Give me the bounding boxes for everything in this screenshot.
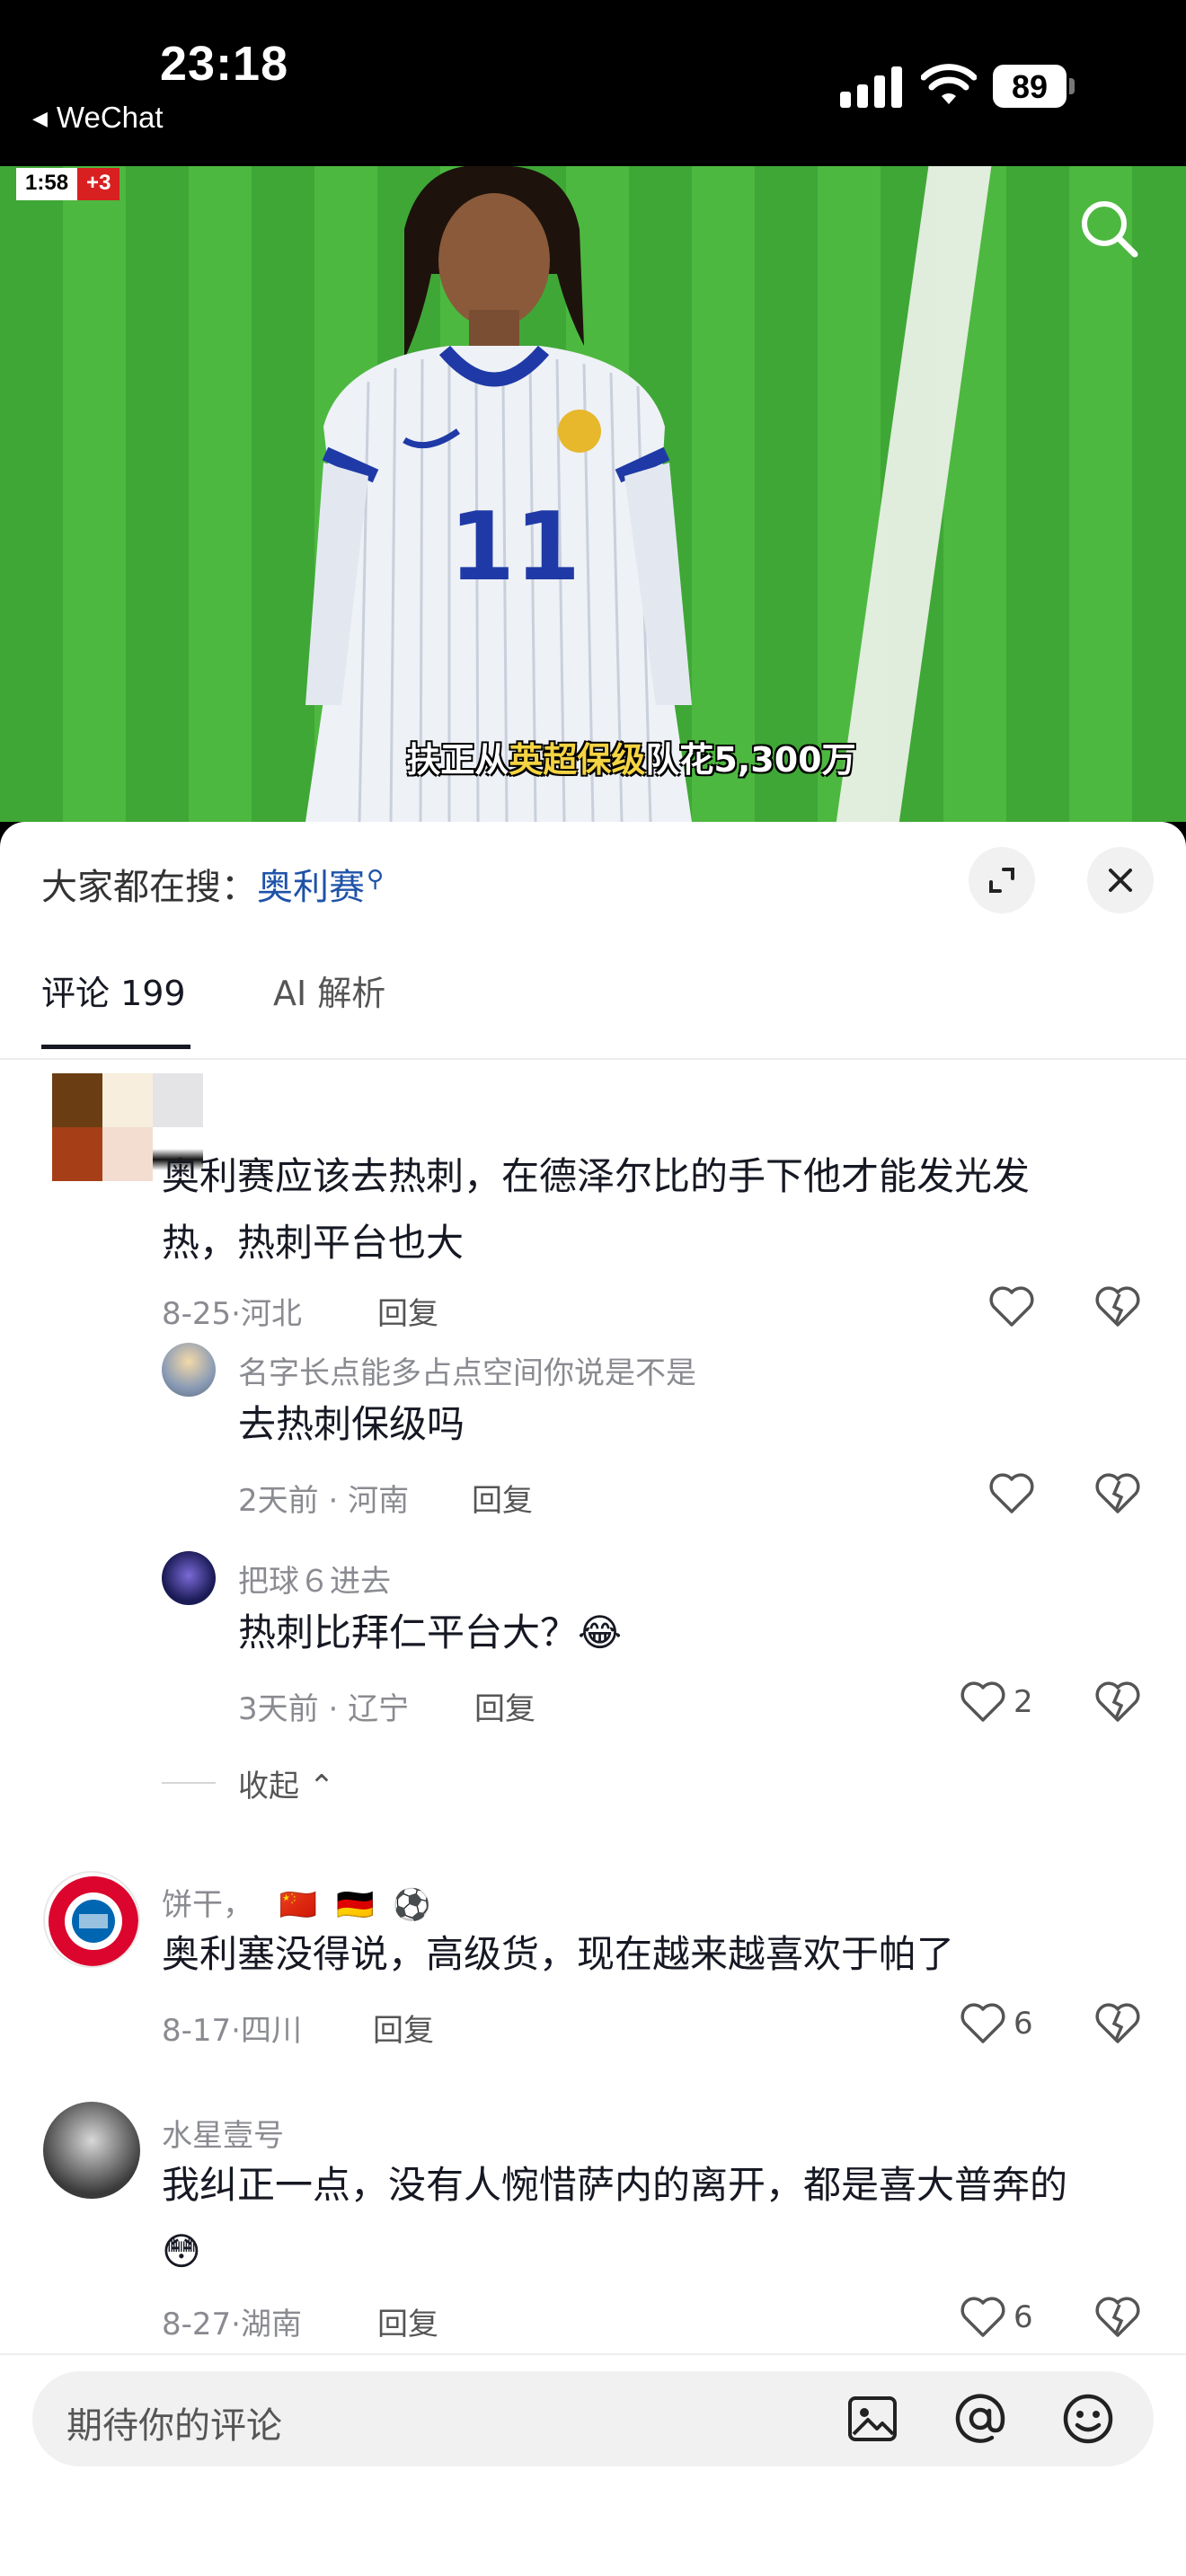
- reply-button[interactable]: 回复: [377, 2299, 438, 2343]
- collapse-replies-button[interactable]: 收起 ⌃: [238, 1761, 334, 1805]
- comment-username[interactable]: 水星壹号: [162, 2111, 284, 2155]
- video-subtitle: 扶正从英超保级队花5,300万: [0, 732, 1186, 781]
- comment-meta: 8-25·河北: [162, 1296, 302, 1332]
- reply-username[interactable]: 把球６进去: [238, 1557, 391, 1601]
- avatar[interactable]: [43, 2102, 140, 2199]
- status-time: 23:18: [160, 37, 289, 91]
- comment-username-row: 饼干， 🇨🇳 🇩🇪 ⚽: [162, 1880, 430, 1924]
- reply-text: 热刺比拜仁平台大？: [238, 1610, 579, 1654]
- tab-ai-analysis[interactable]: AI 解析: [273, 966, 385, 1015]
- hot-search-bar[interactable]: 大家都在搜：奥利赛⚲: [41, 858, 384, 910]
- comment-emoji: 😳: [162, 2229, 201, 2273]
- china-flag-icon: 🇨🇳: [279, 1887, 318, 1923]
- close-icon: [1109, 869, 1132, 892]
- player-figure: 11: [305, 166, 692, 822]
- subtitle-highlight: 英超保级: [509, 740, 646, 780]
- jersey-number: 11: [449, 492, 580, 602]
- chevron-up-icon: ⌃: [299, 1769, 335, 1804]
- pitch-line: [829, 166, 995, 822]
- match-clock-badge: 1:58 +3: [16, 168, 120, 200]
- dislike-icon[interactable]: [1094, 1285, 1141, 1328]
- back-arrow-icon: ◀: [32, 107, 48, 129]
- comment-location: 四川: [240, 2013, 302, 2049]
- dislike-icon[interactable]: [1094, 2296, 1141, 2339]
- status-bar: 23:18 ◀ WeChat 89: [0, 0, 1186, 166]
- germany-flag-icon: 🇩🇪: [335, 1887, 375, 1923]
- comment-sheet: 大家都在搜：奥利赛⚲ 评论 199 AI 解析 奥利赛应该去热刺，在德泽尔比的手…: [0, 822, 1186, 2576]
- like-count: 6: [1013, 2006, 1033, 2042]
- like-icon[interactable]: [988, 1285, 1035, 1328]
- wifi-icon: [921, 64, 977, 104]
- expand-button[interactable]: [969, 847, 1035, 913]
- like-count: 2: [1013, 1684, 1033, 1720]
- battery-icon: 89: [993, 65, 1075, 108]
- small-search-icon: ⚲: [367, 866, 385, 893]
- reply-username[interactable]: 名字长点能多占点空间你说是不是: [238, 1348, 696, 1392]
- search-icon[interactable]: [1074, 193, 1146, 265]
- comment-date: 8-25: [162, 1296, 232, 1332]
- reply-location: 河南: [348, 1483, 410, 1519]
- comment-date: 8-27: [162, 2307, 232, 2342]
- like-icon[interactable]: [960, 2002, 1006, 2045]
- football-icon: ⚽: [393, 1887, 431, 1923]
- reply-text-row: 热刺比拜仁平台大？😂: [238, 1600, 622, 1666]
- image-icon[interactable]: [845, 2391, 900, 2447]
- like-icon[interactable]: [960, 2296, 1006, 2339]
- reply-text: 去热刺保级吗: [238, 1402, 465, 1446]
- comment-location: 河北: [240, 1296, 302, 1332]
- comment-input[interactable]: 期待你的评论: [32, 2371, 1154, 2466]
- emoji-icon[interactable]: [1060, 2391, 1116, 2447]
- hot-search-prefix: 大家都在搜：: [41, 867, 257, 908]
- comment-meta: 8-27·湖南: [162, 2307, 302, 2342]
- back-to-wechat-link[interactable]: ◀ WeChat: [32, 101, 164, 135]
- comment-text: 奥利塞没得说，高级货，现在越来越喜欢于帕了: [162, 1932, 955, 1976]
- expand-icon: [989, 868, 1014, 893]
- comment-text-line1: 我纠正一点，没有人惋惜萨内的离开，都是喜大普奔的: [162, 2163, 1068, 2207]
- subtitle-post: 队花5,300万: [645, 740, 856, 780]
- collapse-label: 收起: [238, 1769, 299, 1804]
- like-icon[interactable]: [988, 1472, 1035, 1515]
- reply-button[interactable]: 回复: [377, 1289, 438, 1333]
- cellular-signal-icon: [840, 65, 903, 108]
- reply-location: 辽宁: [348, 1691, 410, 1727]
- battery-level: 89: [1011, 68, 1049, 105]
- reply-button[interactable]: 回复: [472, 1476, 533, 1520]
- collapse-divider: [162, 1782, 216, 1784]
- comment-input-placeholder: 期待你的评论: [66, 2405, 282, 2447]
- added-time: +3: [77, 168, 120, 200]
- comment-username[interactable]: 饼干，: [162, 1887, 253, 1923]
- reply-meta: 2天前 · 河南: [238, 1483, 410, 1519]
- comment-location: 湖南: [240, 2307, 302, 2342]
- avatar[interactable]: [162, 1551, 216, 1605]
- comment-text-line1: 奥利赛应该去热刺，在德泽尔比的手下他才能发光发: [162, 1154, 1031, 1198]
- like-count: 6: [1013, 2299, 1033, 2335]
- reply-date: 2天前: [238, 1483, 319, 1519]
- close-button[interactable]: [1087, 847, 1154, 913]
- laugh-emoji: 😂: [578, 1610, 623, 1654]
- match-clock: 1:58: [16, 168, 78, 200]
- comment-text-line2: 热，热刺平台也大: [162, 1221, 465, 1265]
- subtitle-pre: 扶正从: [406, 740, 509, 780]
- bayern-logo-icon: [49, 1876, 138, 1966]
- tab-comments[interactable]: 评论 199: [41, 966, 190, 1049]
- avatar[interactable]: [43, 1871, 140, 1968]
- dislike-icon[interactable]: [1094, 2002, 1141, 2045]
- avatar[interactable]: [162, 1343, 216, 1397]
- tab-bar: 评论 199 AI 解析: [0, 966, 1186, 1060]
- reply-button[interactable]: 回复: [474, 1684, 535, 1728]
- comment-date: 8-17: [162, 2013, 232, 2049]
- hot-search-keyword[interactable]: 奥利赛: [257, 867, 365, 908]
- input-divider: [0, 2353, 1186, 2355]
- dislike-icon[interactable]: [1094, 1472, 1141, 1515]
- dislike-icon[interactable]: [1094, 1681, 1141, 1724]
- video-player[interactable]: 1:58 +3 11 扶正从英超保级队花5,300万: [0, 166, 1186, 822]
- mention-icon[interactable]: [952, 2391, 1008, 2447]
- like-icon[interactable]: [960, 1681, 1006, 1724]
- reply-date: 3天前: [238, 1691, 319, 1727]
- reply-meta: 3天前 · 辽宁: [238, 1691, 410, 1727]
- comment-meta: 8-17·四川: [162, 2013, 302, 2049]
- reply-button[interactable]: 回复: [373, 2006, 434, 2050]
- back-app-label: WeChat: [56, 101, 164, 134]
